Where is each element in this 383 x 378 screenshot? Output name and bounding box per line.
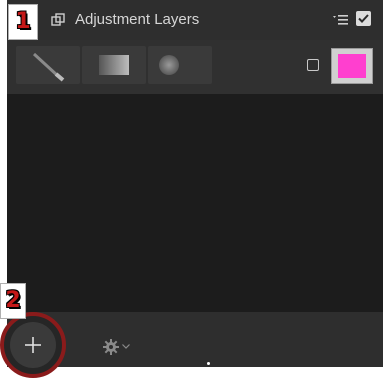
brush-icon	[32, 52, 65, 82]
gear-icon[interactable]	[103, 339, 119, 355]
gradient-tool-button[interactable]	[82, 46, 146, 84]
step-2-label: 2	[0, 283, 26, 319]
plus-icon	[25, 337, 41, 353]
panel-header: Adjustment Layers	[7, 0, 383, 40]
adjustment-layer-list	[7, 94, 383, 312]
overlay-color-swatch[interactable]	[331, 48, 373, 84]
layers-icon	[51, 13, 65, 26]
overlay-checkbox[interactable]	[307, 59, 319, 71]
radial-gradient-icon	[159, 55, 179, 75]
enable-checkbox[interactable]	[356, 11, 371, 26]
brush-tool-button[interactable]	[16, 46, 80, 84]
adjustment-layers-panel: Adjustment Layers	[7, 0, 383, 367]
panel-title: Adjustment Layers	[75, 11, 200, 28]
radial-tool-button[interactable]	[148, 46, 212, 84]
overlay-color-fill	[338, 54, 366, 78]
checkmark-icon	[358, 14, 369, 23]
chevron-down-icon[interactable]	[122, 344, 130, 349]
resize-dot	[207, 362, 210, 365]
gradient-icon	[99, 55, 129, 75]
panel-menu-icon[interactable]	[333, 12, 349, 28]
add-adjustment-layer-button[interactable]	[10, 322, 56, 368]
adjustment-toolbar	[7, 40, 383, 94]
add-button-highlight	[0, 312, 66, 378]
step-1-label: 1	[8, 4, 38, 40]
